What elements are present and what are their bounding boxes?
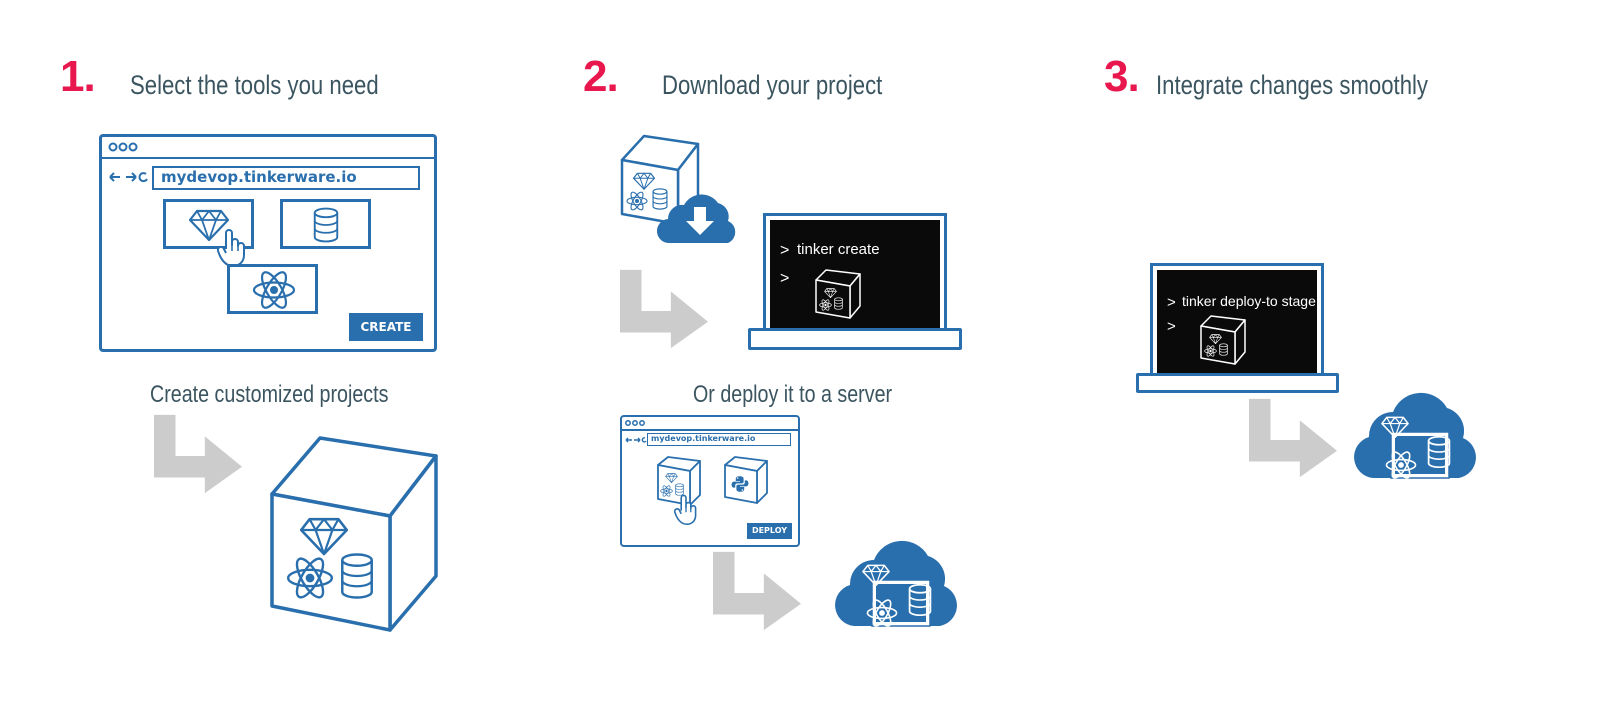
package-cube-icon <box>270 436 438 632</box>
window-dots-icon <box>625 420 645 426</box>
laptop-icon: > tinker deploy-to stage > <box>1150 263 1324 375</box>
step-3-number: 3. <box>1104 52 1140 101</box>
cloud-icon <box>1351 380 1481 484</box>
database-icon <box>313 206 339 244</box>
terminal-command: tinker deploy-to stage <box>1182 293 1316 309</box>
laptop-base <box>748 328 962 350</box>
terminal-command: tinker create <box>797 241 880 258</box>
step-2-number: 2. <box>583 52 619 101</box>
browser-window-step1: mydevop.tinkerware.io CREATE <box>99 134 437 352</box>
terminal-prompt: > <box>780 270 790 287</box>
laptop-base <box>1136 373 1339 393</box>
terminal-prompt: > <box>780 242 790 259</box>
laptop-icon: > tinker create > <box>763 213 947 330</box>
terminal-prompt: > <box>1167 318 1176 335</box>
arrow-icon <box>713 551 801 631</box>
nav-arrows-icon <box>109 172 148 183</box>
arrow-icon <box>154 414 242 494</box>
nav-arrows-icon <box>625 437 647 443</box>
create-button[interactable]: CREATE <box>349 313 423 341</box>
window-dots-icon <box>108 142 138 152</box>
cloud-icon <box>832 528 962 632</box>
step-1-title: Select the tools you need <box>130 70 379 100</box>
package-cube-icon[interactable] <box>723 455 771 507</box>
step-3-title: Integrate changes smoothly <box>1156 70 1428 100</box>
terminal-screen: > tinker create > <box>770 220 940 330</box>
arrow-icon <box>620 269 708 349</box>
browser-title-bar <box>102 137 434 159</box>
terminal-prompt: > <box>1167 294 1176 311</box>
url-bar[interactable]: mydevop.tinkerware.io <box>647 433 791 446</box>
step-2-title: Download your project <box>662 70 883 100</box>
step-1-number: 1. <box>60 52 96 101</box>
cloud-download-icon <box>656 194 736 244</box>
deploy-button[interactable]: DEPLOY <box>747 523 792 539</box>
hand-pointer-icon <box>674 493 698 525</box>
tool-tile-database[interactable] <box>280 199 371 249</box>
tool-tile-react[interactable] <box>227 264 318 314</box>
arrow-icon <box>1249 398 1337 478</box>
step-2-subtitle: Or deploy it to a server <box>693 381 893 408</box>
browser-window-step2: mydevop.tinkerware.io DEPLOY <box>620 415 800 547</box>
package-cube-icon <box>815 269 861 319</box>
hand-pointer-icon <box>217 227 247 267</box>
step-1-subtitle: Create customized projects <box>150 381 389 408</box>
react-atom-icon <box>252 270 296 310</box>
package-cube-icon <box>1200 315 1246 365</box>
browser-title-bar <box>622 417 798 431</box>
terminal-screen: > tinker deploy-to stage > <box>1157 270 1317 375</box>
url-bar[interactable]: mydevop.tinkerware.io <box>152 166 420 190</box>
